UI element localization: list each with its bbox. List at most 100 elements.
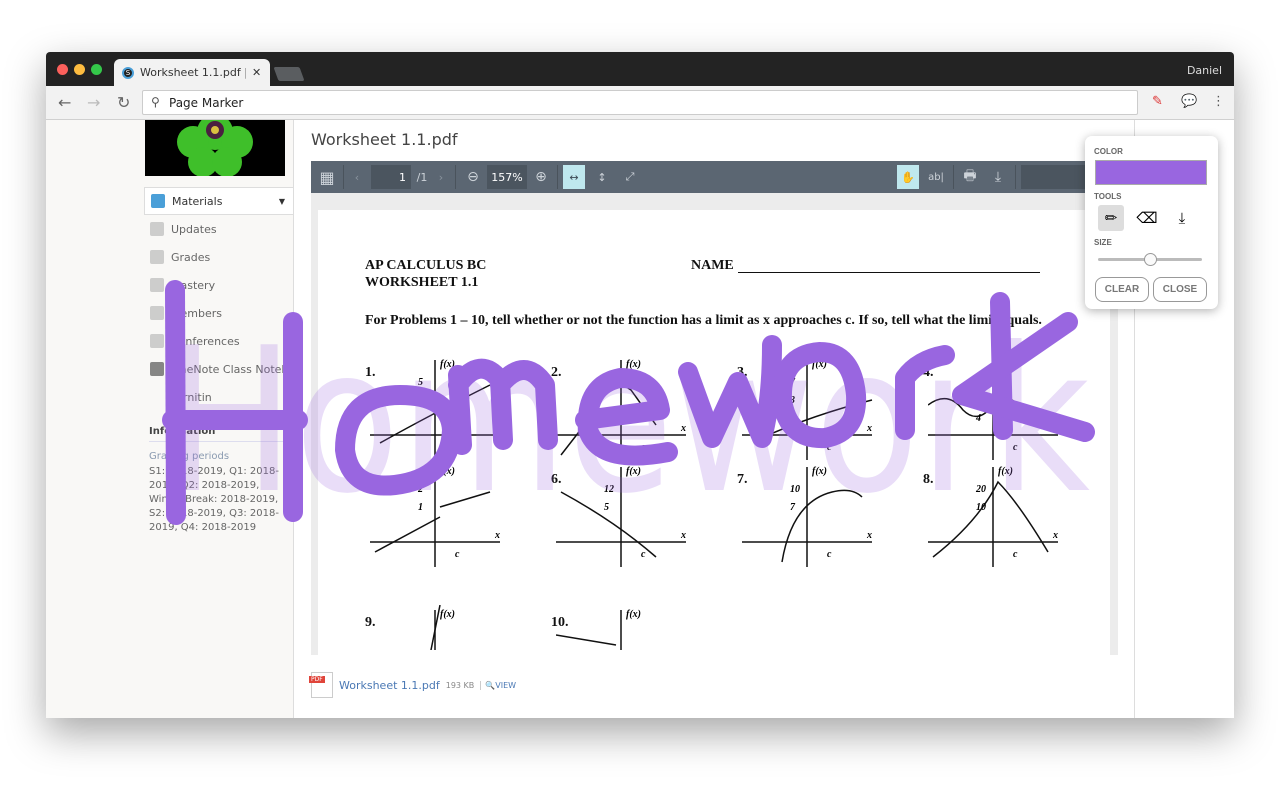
- graph-axes: [928, 360, 1058, 460]
- turnitin-icon: [150, 390, 164, 404]
- address-bar[interactable]: ⚲ Page Marker: [142, 90, 1138, 115]
- size-slider[interactable]: [1098, 253, 1202, 266]
- next-page-icon[interactable]: ›: [433, 161, 449, 193]
- graph-curve: [556, 634, 617, 646]
- c-label: c: [1013, 549, 1018, 560]
- course-nav: Materials ▼ Updates Grades Mastery Member…: [144, 187, 294, 411]
- graph-axes: [742, 360, 872, 460]
- previous-page-icon[interactable]: ‹: [349, 161, 365, 193]
- tick-label: 7: [790, 377, 796, 388]
- problem-graph: f(x) x c 2: [556, 359, 686, 460]
- sidebar-item-conferences[interactable]: Conferences: [144, 327, 294, 355]
- graph-curve: [756, 399, 873, 441]
- close-button[interactable]: CLOSE: [1153, 277, 1207, 302]
- fit-height-icon[interactable]: ↕: [591, 161, 613, 193]
- graph-axes: [370, 467, 500, 567]
- tick-label: 3: [417, 395, 423, 406]
- name-line: [738, 272, 1040, 273]
- sidebar-item-label: OneNote Class Notebook: [171, 362, 289, 376]
- onenote-icon: [150, 362, 164, 376]
- x-axis-label: x: [866, 530, 872, 541]
- color-picker[interactable]: [1095, 160, 1207, 185]
- menu-icon[interactable]: ⋮: [1212, 94, 1225, 109]
- problem-graph: f(x) x c 10 7: [742, 466, 872, 567]
- c-label: c: [827, 442, 832, 453]
- chat-extension-icon[interactable]: 💬: [1181, 94, 1197, 109]
- thumbnails-icon[interactable]: ▦: [315, 161, 339, 193]
- sidebar-item-materials[interactable]: Materials ▼: [144, 187, 294, 215]
- x-axis-label: x: [680, 423, 686, 434]
- pdf-file-icon: PDF: [309, 672, 333, 698]
- pdf-viewer[interactable]: AP CALCULUS BC WORKSHEET 1.1 NAME For Pr…: [311, 193, 1118, 655]
- problem-graph: f(x): [556, 609, 641, 650]
- forward-icon[interactable]: →: [87, 93, 100, 112]
- course-heading: AP CALCULUS BC: [365, 258, 487, 273]
- problem-graph: f(x) x c 5 3: [370, 359, 500, 460]
- fx-label: f(x): [440, 466, 455, 477]
- view-link[interactable]: 🔍VIEW: [480, 680, 516, 690]
- page-content: Materials ▼ Updates Grades Mastery Member…: [46, 120, 1234, 718]
- pencil-icon[interactable]: ✏: [1098, 205, 1124, 231]
- zoom-out-icon[interactable]: ⊖: [463, 161, 483, 193]
- zoom-level-input[interactable]: 157%: [487, 165, 527, 189]
- attachment-size: 193 KB: [445, 680, 475, 690]
- sidebar-item-grades[interactable]: Grades: [144, 243, 294, 271]
- browser-tab[interactable]: S Worksheet 1.1.pdf | Schoology ✕: [114, 59, 270, 86]
- download-icon[interactable]: ⤓: [987, 161, 1009, 193]
- reload-icon[interactable]: ↻: [117, 93, 130, 112]
- close-tab-icon[interactable]: ✕: [252, 66, 261, 79]
- sidebar-item-mastery[interactable]: Mastery: [144, 271, 294, 299]
- tick-label: 4: [975, 413, 981, 424]
- zoom-in-icon[interactable]: ⊕: [531, 161, 551, 193]
- sidebar-item-members[interactable]: Members: [144, 299, 294, 327]
- tools-label: TOOLS: [1094, 192, 1122, 201]
- x-axis-label: x: [866, 423, 872, 434]
- fx-label: f(x): [812, 359, 827, 370]
- page-number-input[interactable]: 1: [371, 165, 411, 189]
- sidebar-item-onenote[interactable]: OneNote Class Notebook: [144, 355, 294, 383]
- attachment-link[interactable]: Worksheet 1.1.pdf: [339, 679, 440, 692]
- profile-name[interactable]: Daniel: [1187, 64, 1222, 77]
- back-icon[interactable]: ←: [58, 93, 71, 112]
- graph-axes: [556, 360, 686, 460]
- hand-tool-icon[interactable]: ✋: [897, 165, 919, 189]
- graph-curve: [374, 491, 491, 553]
- close-window-button[interactable]: [57, 64, 68, 75]
- browser-window: S Worksheet 1.1.pdf | Schoology ✕ Daniel…: [46, 52, 1234, 718]
- slider-thumb[interactable]: [1144, 253, 1157, 266]
- graph-axes: [370, 360, 500, 460]
- sidebar-item-label: Materials: [172, 194, 223, 208]
- tab-title: Worksheet 1.1.pdf | Schoology: [140, 66, 246, 79]
- minimize-window-button[interactable]: [74, 64, 85, 75]
- problem-graph: f(x) x c 8 5 4: [928, 359, 1059, 460]
- text-select-icon[interactable]: ab|: [925, 161, 947, 193]
- fx-label: f(x): [998, 359, 1013, 370]
- schoology-favicon-icon: S: [122, 66, 134, 79]
- fx-label: f(x): [998, 466, 1013, 477]
- eraser-icon[interactable]: ⌫: [1134, 205, 1160, 231]
- tick-label: 7: [790, 502, 796, 513]
- browser-toolbar: ← → ↻ ⚲ Page Marker ✎ 💬 ⋮: [46, 86, 1234, 120]
- print-icon[interactable]: 🖶: [959, 161, 981, 193]
- tick-label: 2: [417, 484, 423, 495]
- x-axis-label: x: [494, 423, 500, 434]
- page-marker-extension-icon[interactable]: ✎: [1152, 94, 1163, 109]
- x-axis-label: x: [1052, 423, 1058, 434]
- new-tab-button[interactable]: [273, 67, 305, 81]
- worksheet-heading: WORKSHEET 1.1: [365, 275, 479, 290]
- clear-button[interactable]: CLEAR: [1095, 277, 1149, 302]
- fit-width-icon[interactable]: ↔: [563, 165, 585, 189]
- problem-graph: f(x) x c 12 5: [556, 466, 686, 567]
- graph-axes: [742, 467, 872, 567]
- chevron-down-icon[interactable]: ▼: [279, 197, 285, 206]
- sidebar-item-label: Grades: [171, 250, 211, 264]
- sidebar-item-turnitin[interactable]: Turnitin: [144, 383, 294, 411]
- c-label: c: [455, 549, 460, 560]
- sidebar-item-updates[interactable]: Updates: [144, 215, 294, 243]
- materials-icon: [151, 194, 165, 208]
- download-icon[interactable]: ⤓: [1169, 205, 1195, 231]
- page-title: Worksheet 1.1.pdf: [311, 130, 458, 149]
- maximize-window-button[interactable]: [91, 64, 102, 75]
- fullscreen-icon[interactable]: ⤢: [619, 161, 641, 193]
- page-total: /1: [416, 170, 428, 184]
